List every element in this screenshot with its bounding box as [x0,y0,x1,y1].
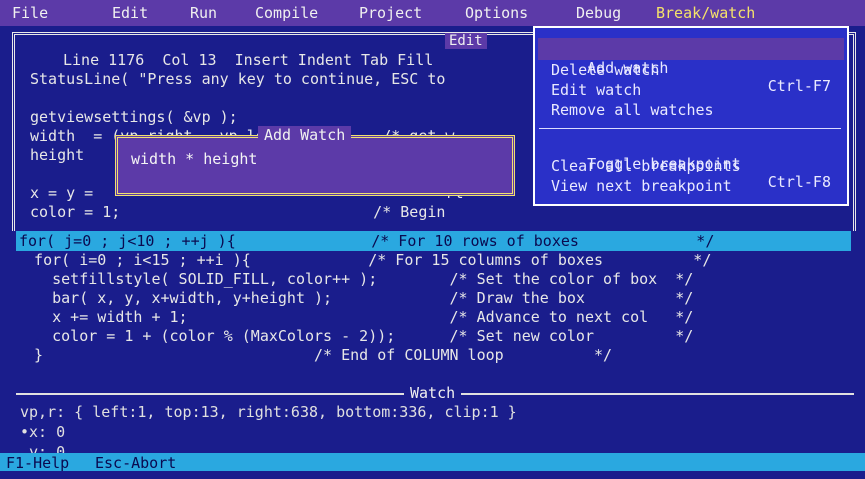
menu-project[interactable]: Project [359,4,422,22]
menu-options[interactable]: Options [465,4,528,22]
menu-compile[interactable]: Compile [255,4,318,22]
shortcut-label: Ctrl-F7 [767,77,831,95]
code-line: bar( x, y, x+width, y+height ); /* Draw … [16,289,694,307]
clear-all-breakpoints-item[interactable]: Clear all breakpoints [551,157,741,175]
code-line: color = 1 + (color % (MaxColors - 2)); /… [16,327,694,345]
code-line: StatusLine( "Press any key to continue, … [30,70,446,88]
menu-run[interactable]: Run [190,4,217,22]
view-next-breakpoint-item[interactable]: View next breakpoint [551,177,732,195]
selected-code-line[interactable]: for( j=0 ; j<10 ; ++j ){ /* For 10 rows … [16,231,851,251]
code-line: color = 1; /* Begin [30,203,446,221]
watch-entry[interactable]: •x: 0 [20,423,65,441]
dropdown-separator [539,128,841,129]
edit-watch-item[interactable]: Edit watch [551,81,641,99]
watch-expression-value: width * height [131,150,258,168]
status-line: Line 1176 Col 13 Insert Indent Tab Fill [63,51,434,69]
menu-debug[interactable]: Debug [576,4,621,22]
hint-bar: F1-Help Esc-Abort [0,453,865,472]
watch-entry[interactable]: vp,r: { left:1, top:13, right:638, botto… [20,403,517,421]
add-watch-title: Add Watch [258,126,352,144]
code-line: for( i=0 ; i<15 ; ++i ){ /* For 15 colum… [16,251,712,269]
code-line: } /* End of COLUMN loop */ [16,346,613,364]
for-line-text: for( j=0 ; j<10 ; ++j ){ /* For 10 rows … [19,232,715,250]
code-line: x += width + 1; /* Advance to next col *… [16,308,694,326]
menu-bar: File Edit Run Compile Project Options De… [0,0,865,26]
menu-breakwatch[interactable]: Break/watch [656,4,755,22]
menu-edit[interactable]: Edit [112,4,148,22]
shortcut-label: Ctrl-F8 [767,173,831,191]
abort-hint[interactable]: Esc-Abort [95,454,176,472]
watch-title: Watch [404,384,462,402]
code-line: setfillstyle( SOLID_FILL, color++ ); /* … [16,270,694,288]
breakwatch-dropdown: Add watch Ctrl-F7 Delete watch Edit watc… [533,26,849,206]
help-hint[interactable]: F1-Help [6,454,69,472]
watch-expression-input[interactable]: width * height [131,150,491,174]
edit-title: Edit [445,33,487,49]
add-watch-dialog: Add Watch width * height [115,126,515,196]
remove-all-watches-item[interactable]: Remove all watches [551,101,714,119]
menu-file[interactable]: File [12,4,48,22]
code-line: getviewsettings( &vp ); [30,108,238,126]
delete-watch-item[interactable]: Delete watch [551,61,659,79]
